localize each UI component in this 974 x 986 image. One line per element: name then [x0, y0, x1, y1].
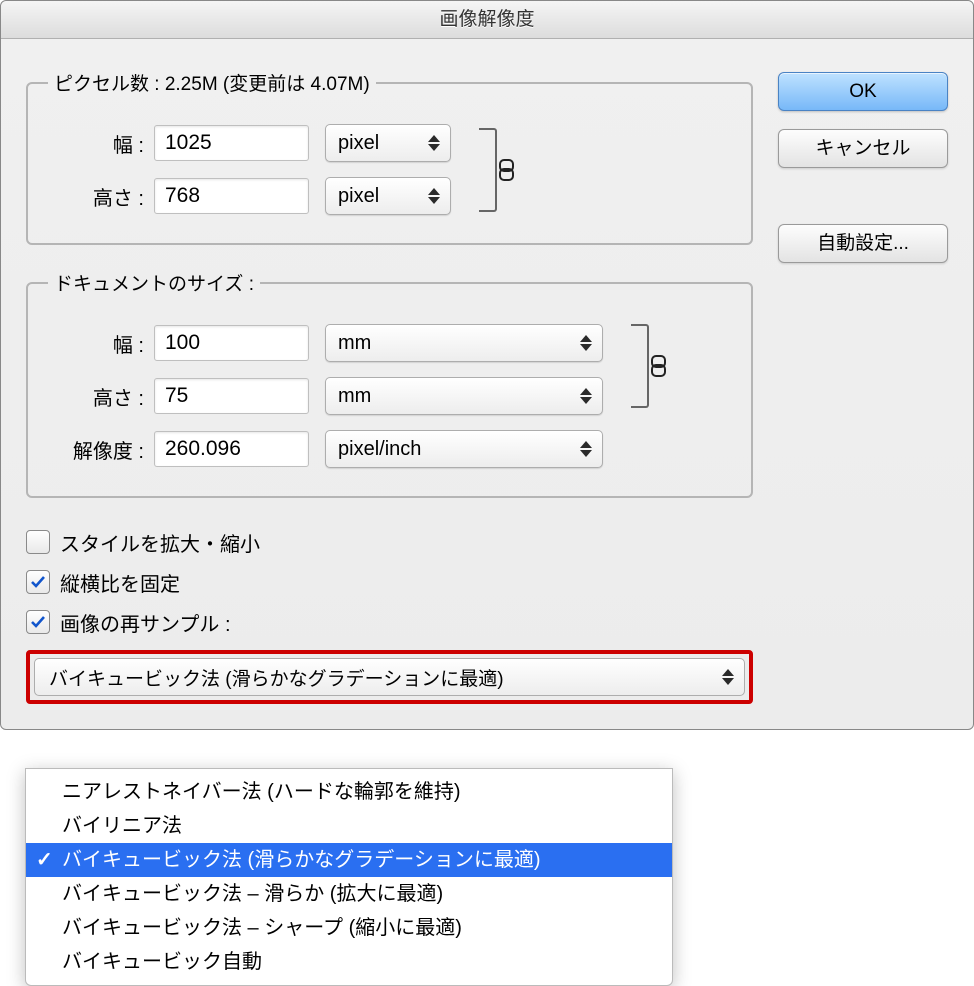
resample-method-select[interactable]: バイキュービック法 (滑らかなグラデーションに最適): [34, 658, 745, 696]
pixel-width-input[interactable]: [154, 125, 309, 161]
resample-method-value: バイキュービック法 (滑らかなグラデーションに最適): [49, 664, 504, 691]
doc-link-indicator: [617, 316, 663, 416]
scale-styles-checkbox[interactable]: [26, 530, 50, 554]
constrain-proportions-checkbox[interactable]: [26, 570, 50, 594]
link-icon: [649, 355, 667, 377]
pixel-height-input[interactable]: [154, 178, 309, 214]
menu-item-bicubic-sharp[interactable]: バイキュービック法 – シャープ (縮小に最適): [26, 911, 672, 945]
link-icon: [497, 159, 515, 181]
resample-image-label: 画像の再サンプル :: [60, 608, 231, 637]
doc-width-label: 幅 :: [48, 329, 144, 358]
scale-styles-label: スタイルを拡大・縮小: [60, 528, 260, 557]
pixel-dimensions-group: ピクセル数 : 2.25M (変更前は 4.07M) 幅 : pixel: [26, 69, 753, 245]
cancel-button[interactable]: キャンセル: [778, 129, 948, 168]
dialog-body: ピクセル数 : 2.25M (変更前は 4.07M) 幅 : pixel: [1, 39, 973, 729]
doc-resolution-input[interactable]: [154, 431, 309, 467]
menu-item-bicubic[interactable]: バイキュービック法 (滑らかなグラデーションに最適): [26, 843, 672, 877]
menu-item-bicubic-auto[interactable]: バイキュービック自動: [26, 945, 672, 979]
stepper-icon: [576, 434, 596, 464]
resample-method-menu: ニアレストネイバー法 (ハードな輪郭を維持) バイリニア法 バイキュービック法 …: [25, 768, 673, 986]
stepper-icon: [576, 328, 596, 358]
dialog-title: 画像解像度: [1, 1, 973, 39]
stepper-icon: [424, 181, 444, 211]
doc-width-input[interactable]: [154, 325, 309, 361]
doc-resolution-label: 解像度 :: [48, 435, 144, 464]
pixel-height-label: 高さ :: [48, 182, 144, 211]
options-checks: スタイルを拡大・縮小 縦横比を固定 画像の再サンプル :: [26, 522, 753, 642]
pixel-width-unit-value: pixel: [338, 132, 379, 155]
constrain-proportions-label: 縦横比を固定: [60, 568, 180, 597]
pixel-height-unit-value: pixel: [338, 185, 379, 208]
menu-item-bicubic-smooth[interactable]: バイキュービック法 – 滑らか (拡大に最適): [26, 877, 672, 911]
stepper-icon: [424, 128, 444, 158]
side-buttons: OK キャンセル 自動設定...: [778, 69, 948, 263]
resample-image-checkbox[interactable]: [26, 610, 50, 634]
document-size-group: ドキュメントのサイズ : 幅 : mm: [26, 269, 753, 498]
menu-item-nearest[interactable]: ニアレストネイバー法 (ハードな輪郭を維持): [26, 775, 672, 809]
main-column: ピクセル数 : 2.25M (変更前は 4.07M) 幅 : pixel: [26, 69, 753, 704]
doc-height-unit-select[interactable]: mm: [325, 377, 603, 415]
doc-width-unit-value: mm: [338, 332, 371, 355]
doc-resolution-unit-select[interactable]: pixel/inch: [325, 430, 603, 468]
document-size-legend: ドキュメントのサイズ :: [48, 269, 260, 296]
pixel-width-label: 幅 :: [48, 129, 144, 158]
pixel-width-unit-select[interactable]: pixel: [325, 124, 451, 162]
resample-method-highlight: バイキュービック法 (滑らかなグラデーションに最適): [26, 650, 753, 704]
doc-height-input[interactable]: [154, 378, 309, 414]
auto-button[interactable]: 自動設定...: [778, 224, 948, 263]
stepper-icon: [576, 381, 596, 411]
dialog-image-size: 画像解像度 ピクセル数 : 2.25M (変更前は 4.07M) 幅 : pix…: [0, 0, 974, 730]
pixel-dimensions-legend: ピクセル数 : 2.25M (変更前は 4.07M): [48, 69, 376, 96]
pixel-link-indicator: [465, 124, 511, 216]
doc-width-unit-select[interactable]: mm: [325, 324, 603, 362]
doc-height-label: 高さ :: [48, 382, 144, 411]
stepper-icon: [718, 662, 738, 692]
menu-item-bilinear[interactable]: バイリニア法: [26, 809, 672, 843]
doc-resolution-unit-value: pixel/inch: [338, 438, 421, 461]
pixel-height-unit-select[interactable]: pixel: [325, 177, 451, 215]
ok-button[interactable]: OK: [778, 72, 948, 111]
doc-height-unit-value: mm: [338, 385, 371, 408]
